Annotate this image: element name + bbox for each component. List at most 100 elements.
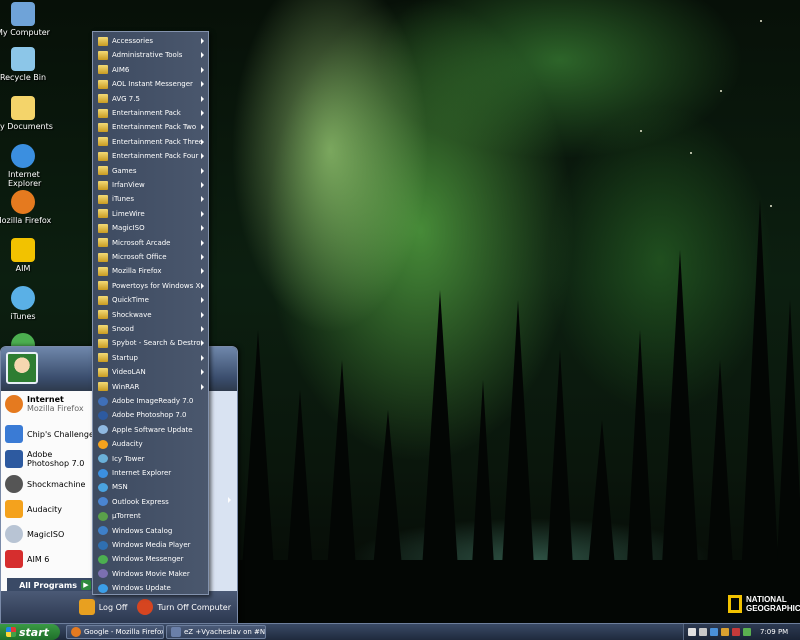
program-item[interactable]: Startup [93,351,208,365]
tray-app-icon[interactable] [743,628,751,636]
program-item[interactable]: IrfanView [93,178,208,192]
program-item[interactable]: Windows Media Player [93,538,208,552]
program-item-label: Microsoft Office [112,253,167,261]
desktop-icon-internet-explorer[interactable]: Internet Explorer [0,144,58,188]
program-item-label: QuickTime [112,296,149,305]
program-item[interactable]: Entertainment Pack Four [93,149,208,163]
system-tray: 7:09 PM [683,624,800,640]
program-item[interactable]: QuickTime [93,293,208,307]
pinned-item-photoshop[interactable]: Adobe Photoshop 7.0 [5,450,95,468]
program-item[interactable]: Windows Catalog [93,524,208,538]
desktop-icon-aim[interactable]: AIM [0,238,58,273]
firefox-icon [71,627,81,637]
program-item[interactable]: Windows Messenger [93,552,208,566]
program-item[interactable]: Microsoft Arcade [93,236,208,250]
program-item[interactable]: Entertainment Pack Three [93,135,208,149]
program-item-label: Windows Movie Maker [112,569,190,578]
start-button[interactable]: start [0,624,60,640]
folder-icon [98,122,108,132]
all-programs-button[interactable]: All Programs ▶ [7,578,93,592]
pinned-item-magiciso[interactable]: MagicISO [5,525,95,543]
start-menu-footer: Log Off Turn Off Computer [1,591,237,623]
aim-icon [5,550,23,568]
program-item[interactable]: Powertoys for Windows XP [93,279,208,293]
program-item-label: Startup [112,353,138,362]
program-item[interactable]: Apple Software Update [93,423,208,437]
program-item[interactable]: Microsoft Office [93,250,208,264]
program-item[interactable]: Shockwave [93,308,208,322]
submenu-arrow-icon [201,95,204,102]
program-item[interactable]: Internet Explorer [93,466,208,480]
program-icon [98,454,108,464]
folder-icon [98,324,108,334]
log-off-button[interactable]: Log Off [78,599,127,615]
pinned-item-internet[interactable]: Internet Mozilla Firefox [5,395,95,413]
program-item[interactable]: Accessories [93,34,208,48]
folder-icon [98,209,108,219]
help-icon[interactable] [688,628,696,636]
program-icon [98,526,108,536]
program-item-label: IrfanView [112,181,145,189]
program-item[interactable]: VideoLAN [93,365,208,379]
program-item[interactable]: AVG 7.5 [93,92,208,106]
firefox-icon [11,190,35,214]
program-item[interactable]: Adobe ImageReady 7.0 [93,394,208,408]
program-item[interactable]: AIM6 [93,63,208,77]
program-item-label: MagicISO [112,224,145,233]
folder-icon [98,353,108,363]
program-item[interactable]: MagicISO [93,221,208,235]
program-item[interactable]: Outlook Express [93,495,208,509]
program-item[interactable]: Mozilla Firefox [93,264,208,278]
program-item[interactable]: Games [93,164,208,178]
folder-icon [98,151,108,161]
submenu-arrow-icon [201,81,204,88]
program-item[interactable]: Spybot - Search & Destroy [93,336,208,350]
desktop-icon-label: My Documents [0,122,53,131]
program-item[interactable]: Windows Update [93,581,208,595]
program-item[interactable]: Adobe Photoshop 7.0 [93,408,208,422]
task-button-firefox[interactable]: Google - Mozilla Firefox [66,625,164,639]
start-label: start [19,625,49,639]
pinned-programs-panel: Internet Mozilla Firefox Chip's Challenge… [1,391,97,591]
program-item[interactable]: Entertainment Pack [93,106,208,120]
desktop-icon-label: iTunes [10,312,36,321]
program-item[interactable]: AOL Instant Messenger [93,77,208,91]
program-item-label: MSN [112,483,128,492]
itunes-icon [11,286,35,310]
user-avatar[interactable] [6,352,38,384]
program-item[interactable]: WinRAR [93,380,208,394]
program-item[interactable]: µTorrent [93,509,208,523]
program-item[interactable]: Windows Movie Maker [93,567,208,581]
program-item[interactable]: iTunes [93,192,208,206]
tray-app-icon[interactable] [732,628,740,636]
desktop-icon-firefox[interactable]: Mozilla Firefox [0,190,58,225]
network-icon[interactable] [699,628,707,636]
pinned-item-shockmachine[interactable]: Shockmachine [5,475,95,493]
tray-app-icon[interactable] [710,628,718,636]
program-item[interactable]: MSN [93,480,208,494]
program-item-label: Outlook Express [112,497,169,506]
desktop-icon-itunes[interactable]: iTunes [0,286,58,321]
submenu-arrow-icon [201,210,204,217]
program-item[interactable]: LimeWire [93,207,208,221]
program-item-label: AOL Instant Messenger [112,80,193,89]
pinned-item-aim6[interactable]: AIM 6 [5,550,95,568]
submenu-arrow-icon [201,52,204,59]
desktop-icon-recycle-bin[interactable]: Recycle Bin [0,47,58,82]
program-item[interactable]: Icy Tower [93,452,208,466]
desktop-icon-my-documents[interactable]: My Documents [0,96,58,131]
program-item[interactable]: Administrative Tools [93,48,208,62]
program-item[interactable]: Audacity [93,437,208,451]
clock[interactable]: 7:09 PM [760,628,788,636]
task-button-irc[interactable]: eZ +Vyacheslav on #N (... [166,625,266,639]
program-item-label: Microsoft Arcade [112,238,171,247]
program-item[interactable]: Snood [93,322,208,336]
magiciso-icon [5,525,23,543]
desktop-icon-my-computer[interactable]: My Computer [0,2,58,37]
firefox-icon [5,395,23,413]
turn-off-button[interactable]: Turn Off Computer [137,599,231,615]
program-item[interactable]: Entertainment Pack Two [93,120,208,134]
tray-app-icon[interactable] [721,628,729,636]
pinned-item-audacity[interactable]: Audacity [5,500,95,518]
pinned-item-chips-challenge[interactable]: Chip's Challenge [5,425,95,443]
